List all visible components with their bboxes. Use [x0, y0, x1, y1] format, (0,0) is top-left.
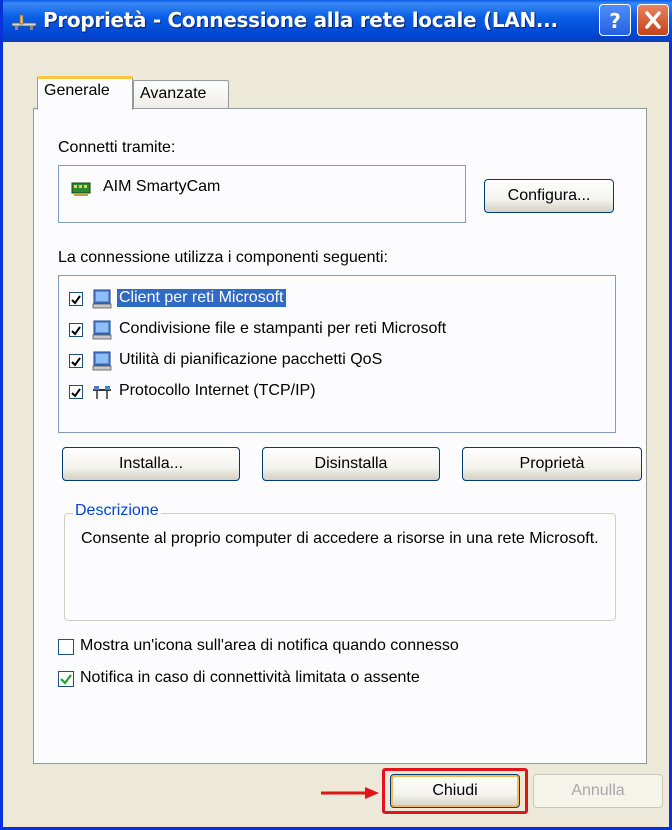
network-protocol-icon: [93, 386, 111, 399]
show-icon-checkbox[interactable]: [58, 639, 74, 655]
properties-dialog: Proprietà - Connessione alla rete locale…: [0, 0, 672, 830]
component-checkbox[interactable]: [69, 354, 83, 368]
checkmark-icon: [71, 326, 81, 336]
tab-generale[interactable]: Generale: [37, 76, 133, 110]
description-text: Consente al proprio computer di accedere…: [81, 530, 599, 547]
install-button[interactable]: Installa...: [62, 447, 240, 481]
window-title: Proprietà - Connessione alla rete locale…: [43, 8, 558, 32]
network-adapter-icon: [71, 182, 91, 196]
checkmark-icon: [71, 295, 81, 305]
close-window-button[interactable]: [637, 4, 669, 36]
description-legend: Descrizione: [73, 502, 161, 520]
notify-limited-label[interactable]: Notifica in caso di connettività limitat…: [80, 669, 420, 687]
network-service-icon: [92, 351, 112, 371]
network-service-icon: [92, 320, 112, 340]
help-button[interactable]: ?: [599, 4, 631, 36]
component-label: Utilità di pianificazione pacchetti QoS: [119, 351, 383, 368]
component-label: Condivisione file e stampanti per reti M…: [119, 320, 447, 337]
component-label: Protocollo Internet (TCP/IP): [119, 382, 316, 399]
tab-avanzate[interactable]: Avanzate: [133, 80, 229, 110]
cancel-button: Annulla: [533, 774, 663, 808]
component-checkbox[interactable]: [69, 385, 83, 399]
arrow-right-icon: [321, 787, 379, 799]
title-bar[interactable]: Proprietà - Connessione alla rete locale…: [3, 0, 672, 42]
checkmark-icon: [71, 357, 81, 367]
close-icon: [645, 11, 661, 29]
svg-text:?: ?: [609, 9, 621, 33]
checkmark-icon: [60, 674, 72, 685]
properties-button[interactable]: Proprietà: [462, 447, 642, 481]
uninstall-button[interactable]: Disinstalla: [262, 447, 440, 481]
general-tab-panel: Connetti tramite: AIM SmartyCam Configur…: [33, 108, 647, 764]
adapter-field: AIM SmartyCam: [58, 165, 466, 223]
components-list[interactable]: Client per reti Microsoft Condivisione f…: [58, 275, 616, 433]
notify-limited-checkbox[interactable]: [58, 671, 74, 687]
component-checkbox[interactable]: [69, 292, 83, 306]
description-group: Descrizione Consente al proprio computer…: [64, 502, 616, 621]
connect-via-label: Connetti tramite:: [58, 139, 176, 156]
network-connection-icon: [11, 14, 37, 30]
component-checkbox[interactable]: [69, 323, 83, 337]
help-icon: ?: [609, 9, 621, 33]
component-label: Client per reti Microsoft: [116, 288, 287, 308]
configure-button[interactable]: Configura...: [484, 179, 614, 213]
show-icon-label[interactable]: Mostra un'icona sull'area di notifica qu…: [80, 637, 459, 655]
network-client-icon: [92, 289, 112, 309]
close-button-highlight: [382, 768, 528, 814]
checkmark-icon: [71, 388, 81, 398]
components-label: La connessione utilizza i componenti seg…: [58, 249, 388, 266]
adapter-name: AIM SmartyCam: [103, 178, 221, 195]
